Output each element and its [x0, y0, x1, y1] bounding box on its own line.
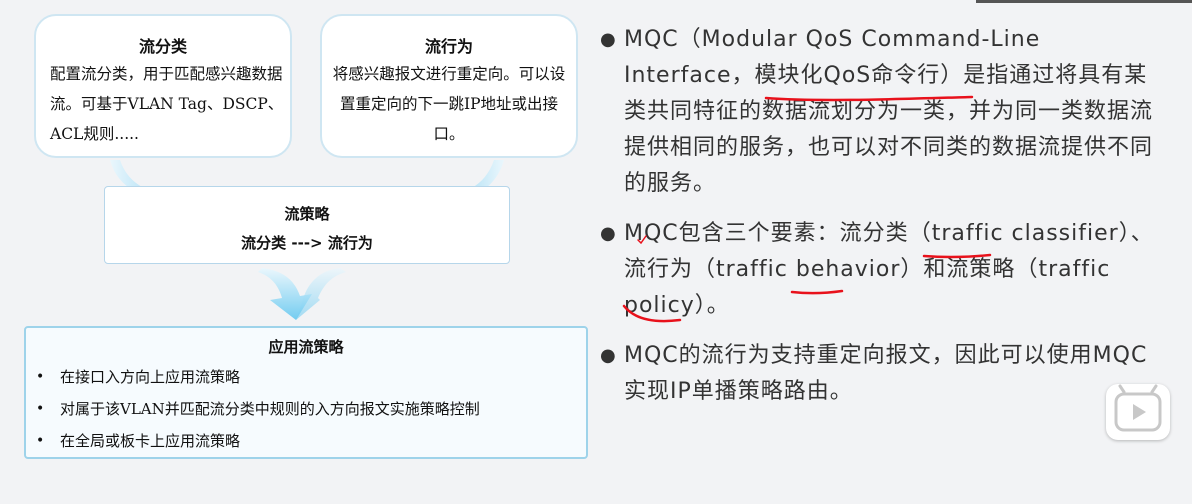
- p3-text: MQC的流行为支持重定向报文，因此可以使用MQC实现IP单播策略路由。: [624, 343, 1148, 404]
- apply-item-text: 在全局或板卡上应用流策略: [60, 432, 241, 450]
- policy-title: 流策略: [284, 205, 330, 223]
- bullet-paragraph-1: ● MQC（Modular QoS Command-Line Interface…: [600, 22, 1170, 202]
- play-button[interactable]: [1106, 384, 1170, 440]
- list-item: • 在全局或板卡上应用流策略: [26, 425, 586, 457]
- list-item: • 在接口入方向上应用流策略: [26, 361, 586, 393]
- behavior-text: 将感兴趣报文进行重定向。可以设置重定向的下一跳IP地址或出接口。: [332, 65, 566, 143]
- p2-text-c: （traffic behavior）和流: [693, 257, 970, 282]
- p2-text-b: （traffic classifier）、: [908, 221, 1154, 246]
- apply-list: • 在接口入方向上应用流策略 • 对属于该VLAN并匹配流分类中规则的入方向报文实施…: [26, 361, 586, 457]
- policy-subtitle: 流分类 ---> 流行为: [241, 234, 373, 252]
- bullet-icon: ●: [600, 29, 617, 50]
- classifier-text: 配置流分类，用于匹配感兴趣数据流。可基于VLAN Tag、DSCP、ACL规则.…: [50, 65, 284, 143]
- classifier-box: 流分类 配置流分类，用于匹配感兴趣数据流。可基于VLAN Tag、DSCP、AC…: [34, 14, 292, 158]
- behavior-box: 流行为 将感兴趣报文进行重定向。可以设置重定向的下一跳IP地址或出接口。: [320, 14, 578, 158]
- apply-title: 应用流策略: [268, 338, 344, 356]
- top-edge-bar: [976, 0, 1192, 3]
- apply-box: 应用流策略 • 在接口入方向上应用流策略 • 对属于该VLAN并匹配流分类中规则的入…: [24, 326, 588, 459]
- play-icon: [1114, 384, 1162, 432]
- mqc-description: ● MQC（Modular QoS Command-Line Interface…: [600, 22, 1170, 410]
- bullet-paragraph-2: ● MQC包含三个要素：流分类（traffic classifier）、流行为（…: [600, 216, 1170, 324]
- bullet-icon: ●: [600, 345, 617, 366]
- bullet-dot-icon: •: [36, 401, 45, 417]
- p2-highlight-policy: 策略: [969, 257, 1016, 282]
- p2-highlight-classifier: 流分类: [839, 221, 909, 246]
- classifier-title: 流分类: [138, 37, 187, 56]
- list-item: • 对属于该VLAN并匹配流分类中规则的入方向报文实施策略控制: [26, 393, 586, 425]
- p1-highlight: 模块化QoS命令行: [754, 63, 941, 88]
- bullet-paragraph-3: ● MQC的流行为支持重定向报文，因此可以使用MQC实现IP单播策略路由。: [600, 338, 1170, 410]
- bullet-dot-icon: •: [36, 369, 45, 385]
- p2-text-a: MQC包含三个要素：: [624, 221, 840, 246]
- bullet-dot-icon: •: [36, 433, 45, 449]
- apply-item-text: 对属于该VLAN并匹配流分类中规则的入方向报文实施策略控制: [60, 400, 480, 418]
- bullet-icon: ●: [600, 223, 617, 244]
- policy-box: 流策略 流分类 ---> 流行为: [104, 186, 510, 264]
- behavior-title: 流行为: [424, 37, 473, 56]
- apply-item-text: 在接口入方向上应用流策略: [60, 368, 241, 386]
- p2-highlight-behavior: 流行为: [624, 257, 694, 282]
